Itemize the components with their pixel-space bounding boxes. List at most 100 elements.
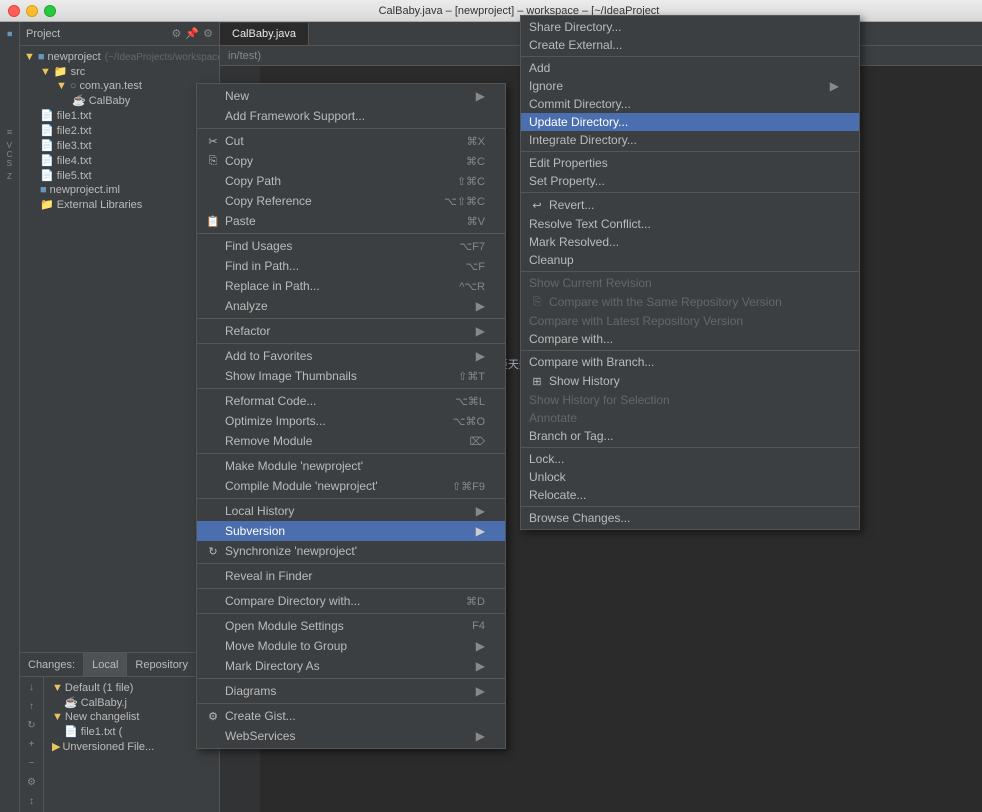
svn-sep-6 [521, 447, 859, 448]
menu-item-copy[interactable]: ⎘ Copy ⌘C [197, 151, 505, 171]
show-history-icon: ⊞ [529, 373, 545, 389]
copy-path-icon [205, 173, 221, 189]
menu-item-find-in-path[interactable]: Find in Path... ⌥F [197, 256, 505, 276]
framework-icon [205, 108, 221, 124]
menu-item-show-history-sel: Show History for Selection [521, 391, 859, 409]
menu-item-optimize-imports[interactable]: Optimize Imports... ⌥⌘O [197, 411, 505, 431]
menu-item-set-property[interactable]: Set Property... [521, 172, 859, 190]
ignore-arrow: ▶ [830, 79, 839, 93]
refactor-icon [205, 323, 221, 339]
menu-item-cut[interactable]: ✂ Cut ⌘X [197, 131, 505, 151]
menu-item-paste[interactable]: 📋 Paste ⌘V [197, 211, 505, 231]
history-arrow: ▶ [476, 504, 485, 518]
menu-item-module-settings[interactable]: Open Module Settings F4 [197, 616, 505, 636]
menu-item-add-framework[interactable]: Add Framework Support... [197, 106, 505, 126]
menu-item-thumbnails[interactable]: Show Image Thumbnails ⇧⌘T [197, 366, 505, 386]
menu-item-remove-module[interactable]: Remove Module ⌦ [197, 431, 505, 451]
analyze-icon [205, 298, 221, 314]
separator-12 [197, 703, 505, 704]
mark-icon [205, 658, 221, 674]
find-path-icon [205, 258, 221, 274]
reformat-icon [205, 393, 221, 409]
menu-item-commit-dir[interactable]: Commit Directory... [521, 95, 859, 113]
move-arrow: ▶ [476, 639, 485, 653]
separator-2 [197, 233, 505, 234]
menu-item-update-dir[interactable]: Update Directory... [521, 113, 859, 131]
menu-item-create-gist[interactable]: ⚙ Create Gist... [197, 706, 505, 726]
menu-item-diagrams[interactable]: Diagrams ▶ [197, 681, 505, 701]
menu-item-make-module[interactable]: Make Module 'newproject' [197, 456, 505, 476]
svn-sep-5 [521, 350, 859, 351]
svn-sep-1 [521, 56, 859, 57]
replace-icon [205, 278, 221, 294]
menu-item-new[interactable]: New ▶ [197, 86, 505, 106]
remove-module-icon [205, 433, 221, 449]
menu-item-find-usages[interactable]: Find Usages ⌥F7 [197, 236, 505, 256]
separator-10 [197, 613, 505, 614]
gist-icon: ⚙ [205, 708, 221, 724]
separator-9 [197, 588, 505, 589]
separator-6 [197, 453, 505, 454]
finder-icon [205, 568, 221, 584]
menu-item-favorites[interactable]: Add to Favorites ▶ [197, 346, 505, 366]
menu-item-revert[interactable]: ↩ Revert... [521, 195, 859, 215]
menu-item-unlock[interactable]: Unlock [521, 468, 859, 486]
menu-item-compare-latest: Compare with Latest Repository Version [521, 312, 859, 330]
new-submenu-arrow: ▶ [476, 89, 485, 103]
optimize-icon [205, 413, 221, 429]
menu-item-resolve-conflict[interactable]: Resolve Text Conflict... [521, 215, 859, 233]
menu-item-reveal-finder[interactable]: Reveal in Finder [197, 566, 505, 586]
favorites-arrow: ▶ [476, 349, 485, 363]
menu-item-local-history[interactable]: Local History ▶ [197, 501, 505, 521]
new-icon [205, 88, 221, 104]
move-icon [205, 638, 221, 654]
menu-item-show-revision: Show Current Revision [521, 274, 859, 292]
menu-item-compare-with[interactable]: Compare with... [521, 330, 859, 348]
separator-7 [197, 498, 505, 499]
menu-item-lock[interactable]: Lock... [521, 450, 859, 468]
svn-right-menu: Share Directory... Create External... Ad… [520, 15, 860, 530]
diagrams-icon [205, 683, 221, 699]
menu-item-compare-dir[interactable]: Compare Directory with... ⌘D [197, 591, 505, 611]
menu-item-browse-changes[interactable]: Browse Changes... [521, 509, 859, 527]
context-menu-overlay: New ▶ Add Framework Support... ✂ Cut ⌘X … [0, 0, 982, 812]
menu-item-annotate: Annotate [521, 409, 859, 427]
menu-item-analyze[interactable]: Analyze ▶ [197, 296, 505, 316]
separator-3 [197, 318, 505, 319]
menu-item-compare-same-repo: ⎘ Compare with the Same Repository Versi… [521, 292, 859, 312]
menu-item-refactor[interactable]: Refactor ▶ [197, 321, 505, 341]
analyze-arrow: ▶ [476, 299, 485, 313]
menu-item-ignore[interactable]: Ignore ▶ [521, 77, 859, 95]
menu-item-branch-tag[interactable]: Branch or Tag... [521, 427, 859, 445]
menu-item-webservices[interactable]: WebServices ▶ [197, 726, 505, 746]
separator-5 [197, 388, 505, 389]
menu-item-subversion[interactable]: Subversion ▶ [197, 521, 505, 541]
menu-item-cleanup[interactable]: Cleanup [521, 251, 859, 269]
menu-item-move-module[interactable]: Move Module to Group ▶ [197, 636, 505, 656]
separator-4 [197, 343, 505, 344]
refactor-arrow: ▶ [476, 324, 485, 338]
menu-item-mark-resolved[interactable]: Mark Resolved... [521, 233, 859, 251]
menu-item-share-dir[interactable]: Share Directory... [521, 18, 859, 36]
menu-item-show-history[interactable]: ⊞ Show History [521, 371, 859, 391]
menu-item-edit-props[interactable]: Edit Properties [521, 154, 859, 172]
separator-8 [197, 563, 505, 564]
menu-item-copy-reference[interactable]: Copy Reference ⌥⇧⌘C [197, 191, 505, 211]
menu-item-synchronize[interactable]: ↻ Synchronize 'newproject' [197, 541, 505, 561]
separator-11 [197, 678, 505, 679]
menu-item-compare-branch[interactable]: Compare with Branch... [521, 353, 859, 371]
history-icon [205, 503, 221, 519]
menu-item-add[interactable]: Add [521, 59, 859, 77]
svn-icon [205, 523, 221, 539]
menu-item-copy-path[interactable]: Copy Path ⇧⌘C [197, 171, 505, 191]
menu-item-compile-module[interactable]: Compile Module 'newproject' ⇧⌘F9 [197, 476, 505, 496]
menu-item-create-external[interactable]: Create External... [521, 36, 859, 54]
menu-item-reformat[interactable]: Reformat Code... ⌥⌘L [197, 391, 505, 411]
main-context-menu: New ▶ Add Framework Support... ✂ Cut ⌘X … [196, 83, 506, 749]
module-settings-icon [205, 618, 221, 634]
menu-item-integrate-dir[interactable]: Integrate Directory... [521, 131, 859, 149]
menu-item-mark-dir[interactable]: Mark Directory As ▶ [197, 656, 505, 676]
svn-sep-2 [521, 151, 859, 152]
menu-item-replace-in-path[interactable]: Replace in Path... ^⌥R [197, 276, 505, 296]
menu-item-relocate[interactable]: Relocate... [521, 486, 859, 504]
